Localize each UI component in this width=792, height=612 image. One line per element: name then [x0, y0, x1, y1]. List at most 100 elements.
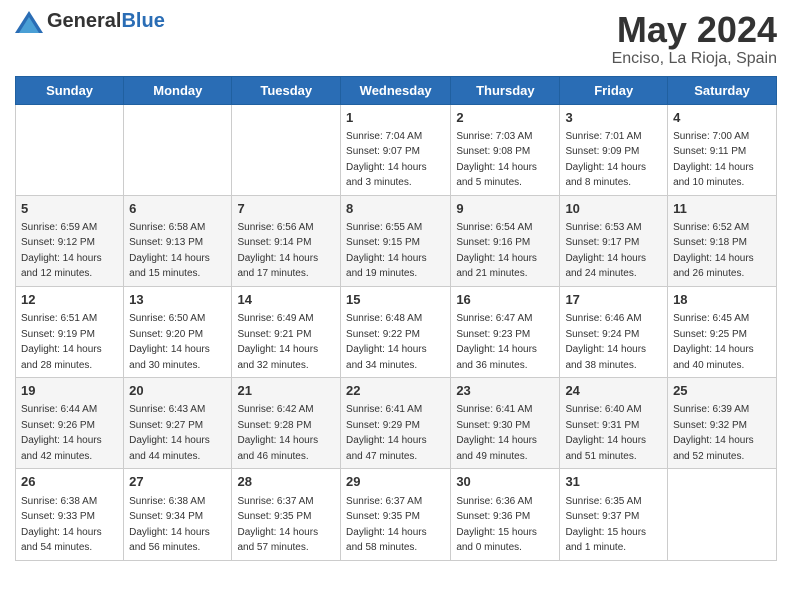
calendar-day-cell: 1Sunrise: 7:04 AMSunset: 9:07 PMDaylight…	[341, 104, 451, 195]
calendar-day-cell: 23 Sunrise: 6:41 AMSunset: 9:30 PMDayligh…	[451, 378, 560, 469]
weekday-header-cell: Saturday	[668, 76, 777, 104]
day-info: Sunrise: 6:44 AMSunset: 9:26 PMDaylight:…	[21, 404, 102, 462]
calendar-week-row: 1Sunrise: 7:04 AMSunset: 9:07 PMDaylight…	[16, 104, 777, 195]
calendar-week-row: 5 Sunrise: 6:59 AMSunset: 9:12 PMDaylight…	[16, 195, 777, 286]
logo-general: General	[47, 10, 121, 32]
location-subtitle: Enciso, La Rioja, Spain	[612, 50, 777, 68]
day-number: 8	[346, 200, 445, 218]
calendar-day-cell: 15 Sunrise: 6:48 AMSunset: 9:22 PMDayligh…	[341, 286, 451, 377]
day-number: 27	[129, 473, 226, 491]
calendar-day-cell: 7 Sunrise: 6:56 AMSunset: 9:14 PMDaylight…	[232, 195, 341, 286]
logo: GeneralBlue	[15, 10, 165, 33]
day-info: Sunrise: 6:50 AMSunset: 9:20 PMDaylight:…	[129, 313, 210, 371]
day-number: 11	[673, 200, 771, 218]
day-number: 28	[237, 473, 335, 491]
calendar-day-cell: 21 Sunrise: 6:42 AMSunset: 9:28 PMDayligh…	[232, 378, 341, 469]
calendar-day-cell: 2 Sunrise: 7:03 AMSunset: 9:08 PMDaylight…	[451, 104, 560, 195]
day-info: Sunrise: 7:04 AMSunset: 9:07 PMDaylight:…	[346, 131, 427, 189]
calendar-day-cell: 20Sunrise: 6:43 AMSunset: 9:27 PMDayligh…	[124, 378, 232, 469]
day-number: 22	[346, 382, 445, 400]
day-number: 31	[565, 473, 662, 491]
calendar-day-cell: 8 Sunrise: 6:55 AMSunset: 9:15 PMDaylight…	[341, 195, 451, 286]
calendar-day-cell	[668, 469, 777, 560]
day-number: 7	[237, 200, 335, 218]
calendar-day-cell: 11Sunrise: 6:52 AMSunset: 9:18 PMDayligh…	[668, 195, 777, 286]
calendar-day-cell: 3 Sunrise: 7:01 AMSunset: 9:09 PMDaylight…	[560, 104, 668, 195]
day-number: 25	[673, 382, 771, 400]
day-number: 6	[129, 200, 226, 218]
day-info: Sunrise: 6:38 AMSunset: 9:33 PMDaylight:…	[21, 496, 102, 554]
calendar-day-cell	[124, 104, 232, 195]
day-info: Sunrise: 6:43 AMSunset: 9:27 PMDaylight:…	[129, 404, 210, 462]
title-area: May 2024 Enciso, La Rioja, Spain	[612, 10, 777, 68]
weekday-header-cell: Wednesday	[341, 76, 451, 104]
day-info: Sunrise: 6:45 AMSunset: 9:25 PMDaylight:…	[673, 313, 754, 371]
day-number: 9	[456, 200, 554, 218]
calendar-day-cell: 24Sunrise: 6:40 AMSunset: 9:31 PMDayligh…	[560, 378, 668, 469]
day-info: Sunrise: 7:03 AMSunset: 9:08 PMDaylight:…	[456, 131, 537, 189]
logo-icon	[15, 11, 43, 33]
calendar-day-cell: 25 Sunrise: 6:39 AMSunset: 9:32 PMDayligh…	[668, 378, 777, 469]
day-info: Sunrise: 6:37 AMSunset: 9:35 PMDaylight:…	[346, 496, 427, 554]
day-info: Sunrise: 6:53 AMSunset: 9:17 PMDaylight:…	[565, 222, 646, 280]
calendar-day-cell: 6 Sunrise: 6:58 AMSunset: 9:13 PMDaylight…	[124, 195, 232, 286]
day-info: Sunrise: 6:46 AMSunset: 9:24 PMDaylight:…	[565, 313, 646, 371]
calendar-day-cell: 9 Sunrise: 6:54 AMSunset: 9:16 PMDaylight…	[451, 195, 560, 286]
day-info: Sunrise: 6:55 AMSunset: 9:15 PMDaylight:…	[346, 222, 427, 280]
weekday-header-cell: Monday	[124, 76, 232, 104]
day-number: 30	[456, 473, 554, 491]
calendar-body: 1Sunrise: 7:04 AMSunset: 9:07 PMDaylight…	[16, 104, 777, 560]
day-info: Sunrise: 6:58 AMSunset: 9:13 PMDaylight:…	[129, 222, 210, 280]
calendar-table: SundayMondayTuesdayWednesdayThursdayFrid…	[15, 76, 777, 561]
day-info: Sunrise: 6:35 AMSunset: 9:37 PMDaylight:…	[565, 496, 646, 554]
calendar-day-cell: 30Sunrise: 6:36 AMSunset: 9:36 PMDayligh…	[451, 469, 560, 560]
weekday-header-cell: Tuesday	[232, 76, 341, 104]
calendar-day-cell: 29 Sunrise: 6:37 AMSunset: 9:35 PMDayligh…	[341, 469, 451, 560]
day-info: Sunrise: 7:01 AMSunset: 9:09 PMDaylight:…	[565, 131, 646, 189]
day-number: 29	[346, 473, 445, 491]
calendar-day-cell	[232, 104, 341, 195]
day-number: 17	[565, 291, 662, 309]
day-number: 16	[456, 291, 554, 309]
day-info: Sunrise: 6:59 AMSunset: 9:12 PMDaylight:…	[21, 222, 102, 280]
calendar-day-cell: 16Sunrise: 6:47 AMSunset: 9:23 PMDayligh…	[451, 286, 560, 377]
calendar-week-row: 26Sunrise: 6:38 AMSunset: 9:33 PMDayligh…	[16, 469, 777, 560]
day-info: Sunrise: 7:00 AMSunset: 9:11 PMDaylight:…	[673, 131, 754, 189]
day-number: 3	[565, 109, 662, 127]
day-number: 21	[237, 382, 335, 400]
day-number: 13	[129, 291, 226, 309]
weekday-header-cell: Thursday	[451, 76, 560, 104]
calendar-week-row: 12Sunrise: 6:51 AMSunset: 9:19 PMDayligh…	[16, 286, 777, 377]
calendar-day-cell: 28 Sunrise: 6:37 AMSunset: 9:35 PMDayligh…	[232, 469, 341, 560]
day-info: Sunrise: 6:38 AMSunset: 9:34 PMDaylight:…	[129, 496, 210, 554]
calendar-day-cell: 10 Sunrise: 6:53 AMSunset: 9:17 PMDayligh…	[560, 195, 668, 286]
calendar-day-cell: 18 Sunrise: 6:45 AMSunset: 9:25 PMDayligh…	[668, 286, 777, 377]
day-number: 23	[456, 382, 554, 400]
day-info: Sunrise: 6:41 AMSunset: 9:29 PMDaylight:…	[346, 404, 427, 462]
calendar-week-row: 19Sunrise: 6:44 AMSunset: 9:26 PMDayligh…	[16, 378, 777, 469]
day-number: 15	[346, 291, 445, 309]
day-info: Sunrise: 6:39 AMSunset: 9:32 PMDaylight:…	[673, 404, 754, 462]
day-number: 5	[21, 200, 118, 218]
day-info: Sunrise: 6:42 AMSunset: 9:28 PMDaylight:…	[237, 404, 318, 462]
day-number: 10	[565, 200, 662, 218]
day-info: Sunrise: 6:37 AMSunset: 9:35 PMDaylight:…	[237, 496, 318, 554]
day-info: Sunrise: 6:48 AMSunset: 9:22 PMDaylight:…	[346, 313, 427, 371]
day-info: Sunrise: 6:41 AMSunset: 9:30 PMDaylight:…	[456, 404, 537, 462]
day-info: Sunrise: 6:40 AMSunset: 9:31 PMDaylight:…	[565, 404, 646, 462]
calendar-day-cell	[16, 104, 124, 195]
weekday-header-cell: Friday	[560, 76, 668, 104]
day-number: 18	[673, 291, 771, 309]
day-number: 4	[673, 109, 771, 127]
day-info: Sunrise: 6:49 AMSunset: 9:21 PMDaylight:…	[237, 313, 318, 371]
day-info: Sunrise: 6:54 AMSunset: 9:16 PMDaylight:…	[456, 222, 537, 280]
day-number: 14	[237, 291, 335, 309]
calendar-day-cell: 31 Sunrise: 6:35 AMSunset: 9:37 PMDayligh…	[560, 469, 668, 560]
day-info: Sunrise: 6:51 AMSunset: 9:19 PMDaylight:…	[21, 313, 102, 371]
day-info: Sunrise: 6:56 AMSunset: 9:14 PMDaylight:…	[237, 222, 318, 280]
calendar-day-cell: 4 Sunrise: 7:00 AMSunset: 9:11 PMDaylight…	[668, 104, 777, 195]
calendar-day-cell: 5 Sunrise: 6:59 AMSunset: 9:12 PMDaylight…	[16, 195, 124, 286]
calendar-day-cell: 17 Sunrise: 6:46 AMSunset: 9:24 PMDayligh…	[560, 286, 668, 377]
day-number: 2	[456, 109, 554, 127]
calendar-day-cell: 14 Sunrise: 6:49 AMSunset: 9:21 PMDayligh…	[232, 286, 341, 377]
